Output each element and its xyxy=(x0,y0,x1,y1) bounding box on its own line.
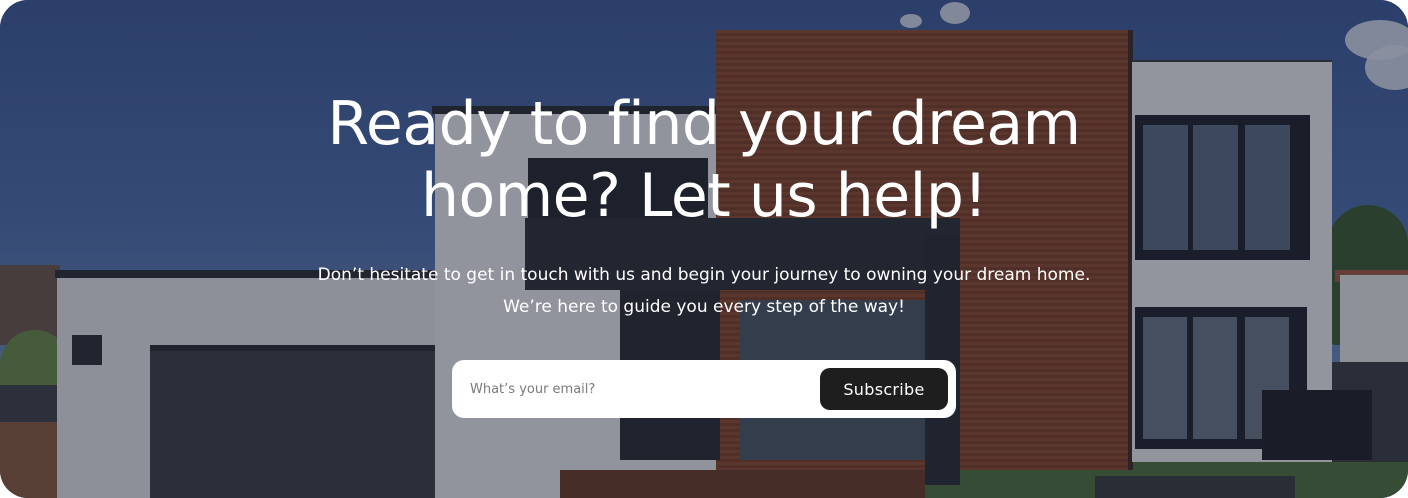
newsletter-hero: Ready to find your dream home? Let us he… xyxy=(0,0,1408,498)
email-input[interactable] xyxy=(468,368,820,410)
headline-line-2: home? Let us help! xyxy=(420,161,988,231)
subscribe-button[interactable]: Subscribe xyxy=(820,368,948,410)
hero-content: Ready to find your dream home? Let us he… xyxy=(0,0,1408,498)
subtext-line-1: Don’t hesitate to get in touch with us a… xyxy=(317,265,1091,285)
subtext-line-2: We’re here to guide you every step of th… xyxy=(503,297,905,317)
headline-line-1: Ready to find your dream xyxy=(327,89,1081,159)
hero-subtext: Don’t hesitate to get in touch with us a… xyxy=(254,259,1154,323)
subscribe-form: Subscribe xyxy=(452,360,956,418)
hero-headline: Ready to find your dream home? Let us he… xyxy=(254,88,1154,232)
